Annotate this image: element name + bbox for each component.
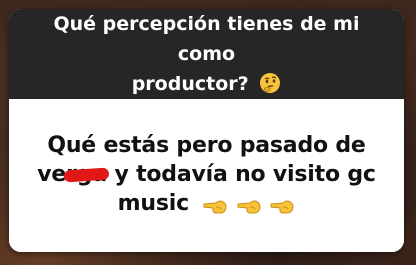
backhand-index-pointing-left-icon	[236, 197, 262, 217]
thinking-face-icon	[259, 72, 281, 94]
question-line-2: productor?	[131, 73, 249, 95]
answer-body: Qué estás pero pasado de verga y todavía…	[9, 99, 404, 252]
answer-line-1: Qué estás pero pasado de	[47, 132, 366, 158]
backhand-index-pointing-left-icon	[269, 197, 295, 217]
answer-line-2-prefix: ve	[37, 161, 67, 187]
answer-text: Qué estás pero pasado de verga y todavía…	[37, 131, 376, 221]
answer-line-3: music	[117, 190, 189, 216]
emoji-group	[202, 192, 295, 221]
backhand-index-pointing-left-icon	[202, 197, 228, 217]
redacted-text: rga	[63, 160, 110, 189]
answer-line-2: y todavía no visito gc	[114, 161, 376, 187]
question-text: Qué percepción tienes de mi como product…	[25, 9, 388, 99]
question-response-card: Qué percepción tienes de mi como product…	[9, 9, 404, 252]
question-header: Qué percepción tienes de mi como product…	[9, 9, 404, 99]
question-line-1: Qué percepción tienes de mi como	[53, 13, 360, 65]
red-scribble-redaction	[63, 166, 110, 183]
